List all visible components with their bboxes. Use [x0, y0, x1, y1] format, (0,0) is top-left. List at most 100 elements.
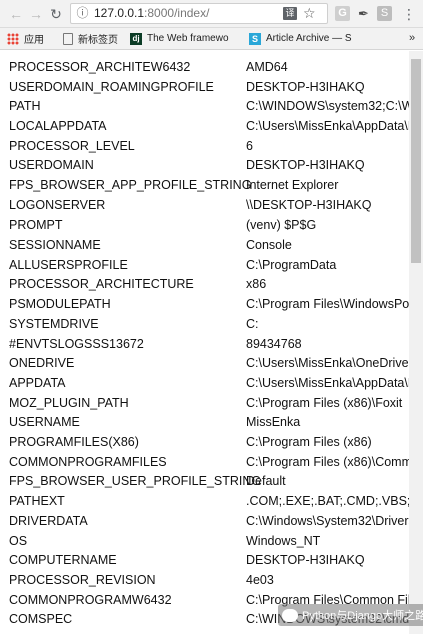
env-name: PATHEXT	[9, 494, 65, 508]
env-value: Default	[246, 474, 286, 488]
apps-grid-icon	[7, 32, 19, 45]
env-name: COMPUTERNAME	[9, 553, 117, 567]
env-row: PATH C:\WINDOWS\system32;C:\Windows\syste…	[0, 96, 409, 116]
menu-icon[interactable]: ⋮	[402, 4, 416, 24]
page-icon	[63, 32, 73, 45]
env-row: MOZ_PLUGIN_PATH C:\Program Files (x86)\Fo…	[0, 393, 409, 413]
bookmark-label: The Web framewo	[147, 33, 229, 44]
back-arrow-icon[interactable]: ←	[6, 4, 26, 24]
env-name: DRIVERDATA	[9, 514, 88, 528]
env-row: #ENVTSLOGSSS13672 89434768	[0, 334, 409, 354]
env-row: COMPUTERNAME DESKTOP-H3IHAKQ	[0, 550, 409, 570]
env-value: C:\Users\MissEnka\AppData\Local	[246, 119, 409, 133]
env-value: C:\Users\MissEnka\OneDrive	[246, 356, 409, 370]
env-row: ONEDRIVE C:\Users\MissEnka\OneDrive	[0, 353, 409, 373]
env-name: APPDATA	[9, 376, 66, 390]
s-icon: S	[249, 32, 261, 45]
env-row: FPS_BROWSER_USER_PROFILE_STRING Default	[0, 471, 409, 491]
django-icon: dj	[130, 32, 142, 45]
scrollbar-thumb[interactable]	[411, 59, 421, 263]
color-picker-icon[interactable]: ✒	[356, 6, 371, 21]
env-row: PROCESSOR_REVISION 4e03	[0, 570, 409, 590]
env-name: USERDOMAIN_ROAMINGPROFILE	[9, 80, 214, 94]
env-value: 4e03	[246, 573, 274, 587]
env-name: ALLUSERSPROFILE	[9, 258, 128, 272]
env-row: DRIVERDATA C:\Windows\System32\Drivers\Dr…	[0, 511, 409, 531]
info-icon[interactable]: ⓘ	[75, 6, 90, 21]
env-name: PROMPT	[9, 218, 63, 232]
env-row: PROGRAMFILES(X86) C:\Program Files (x86)	[0, 432, 409, 452]
forward-arrow-icon[interactable]: →	[26, 4, 46, 24]
env-row: COMMONPROGRAMFILES C:\Program Files (x86)…	[0, 452, 409, 472]
env-row: PROCESSOR_LEVEL 6	[0, 136, 409, 156]
env-name: SYSTEMDRIVE	[9, 317, 99, 331]
env-row: USERDOMAIN_ROAMINGPROFILE DESKTOP-H3IHAKQ	[0, 77, 409, 97]
env-name: COMMONPROGRAMW6432	[9, 593, 172, 607]
env-row: PATHEXT .COM;.EXE;.BAT;.CMD;.VBS;.VBE	[0, 491, 409, 511]
env-value: 89434768	[246, 337, 302, 351]
env-name: SESSIONNAME	[9, 238, 101, 252]
env-row: ALLUSERSPROFILE C:\ProgramData	[0, 255, 409, 275]
env-row: SYSTEMDRIVE C:	[0, 314, 409, 334]
env-row: LOCALAPPDATA C:\Users\MissEnka\AppData\Lo…	[0, 116, 409, 136]
grammarly-extension-icon[interactable]: G	[335, 6, 350, 21]
bookmark-label: 应用	[24, 35, 44, 46]
env-row: PSMODULEPATH C:\Program Files\WindowsPowe…	[0, 294, 409, 314]
bookmarks-overflow-icon[interactable]: »	[405, 28, 419, 49]
env-name: OS	[9, 534, 28, 548]
env-name: PROGRAMFILES(X86)	[9, 435, 139, 449]
env-name: USERNAME	[9, 415, 80, 429]
env-vars-list: PROCESSOR_ARCHITEW6432 AMD64 USERDOMAIN_R…	[0, 51, 409, 634]
env-value: C:\Users\MissEnka\AppData\Roaming	[246, 376, 409, 390]
env-name: PROCESSOR_ARCHITEW6432	[9, 60, 191, 74]
bookmarks-bar: 应用 新标签页 dj The Web framewo S Article Arc…	[0, 28, 423, 50]
env-row: LOGONSERVER \\DESKTOP-H3IHAKQ	[0, 195, 409, 215]
env-value: Windows_NT	[246, 534, 321, 548]
translate-icon[interactable]: 译	[283, 7, 297, 20]
env-name: FPS_BROWSER_USER_PROFILE_STRING	[9, 474, 262, 488]
env-name: PATH	[9, 99, 41, 113]
star-icon[interactable]: ☆	[303, 4, 316, 23]
env-value: MissEnka	[246, 415, 301, 429]
bookmark-label: Article Archive — S	[266, 33, 352, 44]
url-text[interactable]: 127.0.0.1:8000/index/	[94, 4, 209, 23]
bookmark-new-tab[interactable]: 新标签页	[63, 28, 118, 49]
env-value: C:\Program Files\WindowsPowerShell	[246, 297, 409, 311]
env-name: FPS_BROWSER_APP_PROFILE_STRING	[9, 178, 252, 192]
env-name: PROCESSOR_ARCHITECTURE	[9, 277, 194, 291]
address-bar[interactable]: ⓘ 127.0.0.1:8000/index/ 译 ☆	[70, 3, 328, 24]
bookmark-label: 新标签页	[78, 35, 118, 46]
env-name: PROCESSOR_REVISION	[9, 573, 156, 587]
env-row: APPDATA C:\Users\MissEnka\AppData\Roaming	[0, 373, 409, 393]
bookmark-django[interactable]: dj The Web framewo	[130, 28, 238, 49]
extension-s-icon[interactable]: S	[377, 6, 392, 21]
vertical-scrollbar[interactable]	[409, 51, 423, 634]
env-row: PROCESSOR_ARCHITEW6432 AMD64	[0, 57, 409, 77]
env-name: COMMONPROGRAMFILES	[9, 455, 167, 469]
url-path: :8000/index/	[144, 6, 210, 20]
env-value: DESKTOP-H3IHAKQ	[246, 553, 365, 567]
env-row: SESSIONNAME Console	[0, 235, 409, 255]
env-value: Internet Explorer	[246, 178, 339, 192]
env-row: FPS_BROWSER_APP_PROFILE_STRING Internet E…	[0, 175, 409, 195]
env-row: USERNAME MissEnka	[0, 412, 409, 432]
env-name: ONEDRIVE	[9, 356, 75, 370]
env-value: DESKTOP-H3IHAKQ	[246, 80, 365, 94]
env-value: C:\Program Files (x86)	[246, 435, 372, 449]
env-value: x86	[246, 277, 267, 291]
env-name: PSMODULEPATH	[9, 297, 111, 311]
env-name: LOGONSERVER	[9, 198, 106, 212]
reload-icon[interactable]: ↻	[46, 4, 66, 24]
bookmark-apps[interactable]: 应用	[7, 28, 44, 49]
bookmark-article-archive[interactable]: S Article Archive — S	[249, 28, 401, 49]
env-name: #ENVTSLOGSSS13672	[9, 337, 144, 351]
env-value: C:\ProgramData	[246, 258, 337, 272]
env-value: 6	[246, 139, 253, 153]
browser-toolbar: ← → ↻ ⓘ 127.0.0.1:8000/index/ 译 ☆ G ✒ S …	[0, 0, 423, 28]
env-row: OS Windows_NT	[0, 531, 409, 551]
env-row: PROMPT (venv) $P$G	[0, 215, 409, 235]
env-value: C:	[246, 317, 259, 331]
env-value: DESKTOP-H3IHAKQ	[246, 158, 365, 172]
env-name: PROCESSOR_LEVEL	[9, 139, 135, 153]
wechat-icon	[282, 608, 298, 622]
